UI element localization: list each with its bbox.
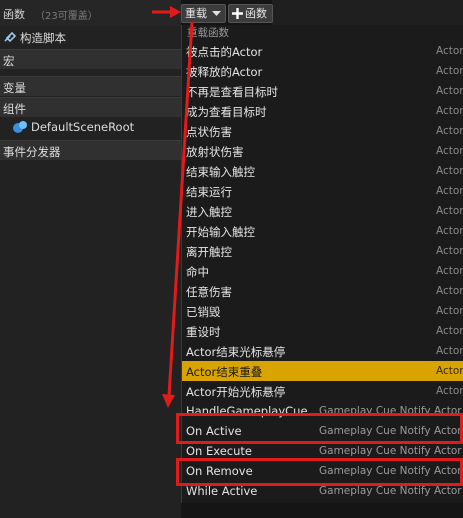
annotation-arrows (152, 6, 194, 408)
annotation-arrow-down (167, 21, 194, 397)
annotation-arrowhead-down (162, 394, 175, 408)
annotation-arrowhead-right (170, 6, 181, 18)
